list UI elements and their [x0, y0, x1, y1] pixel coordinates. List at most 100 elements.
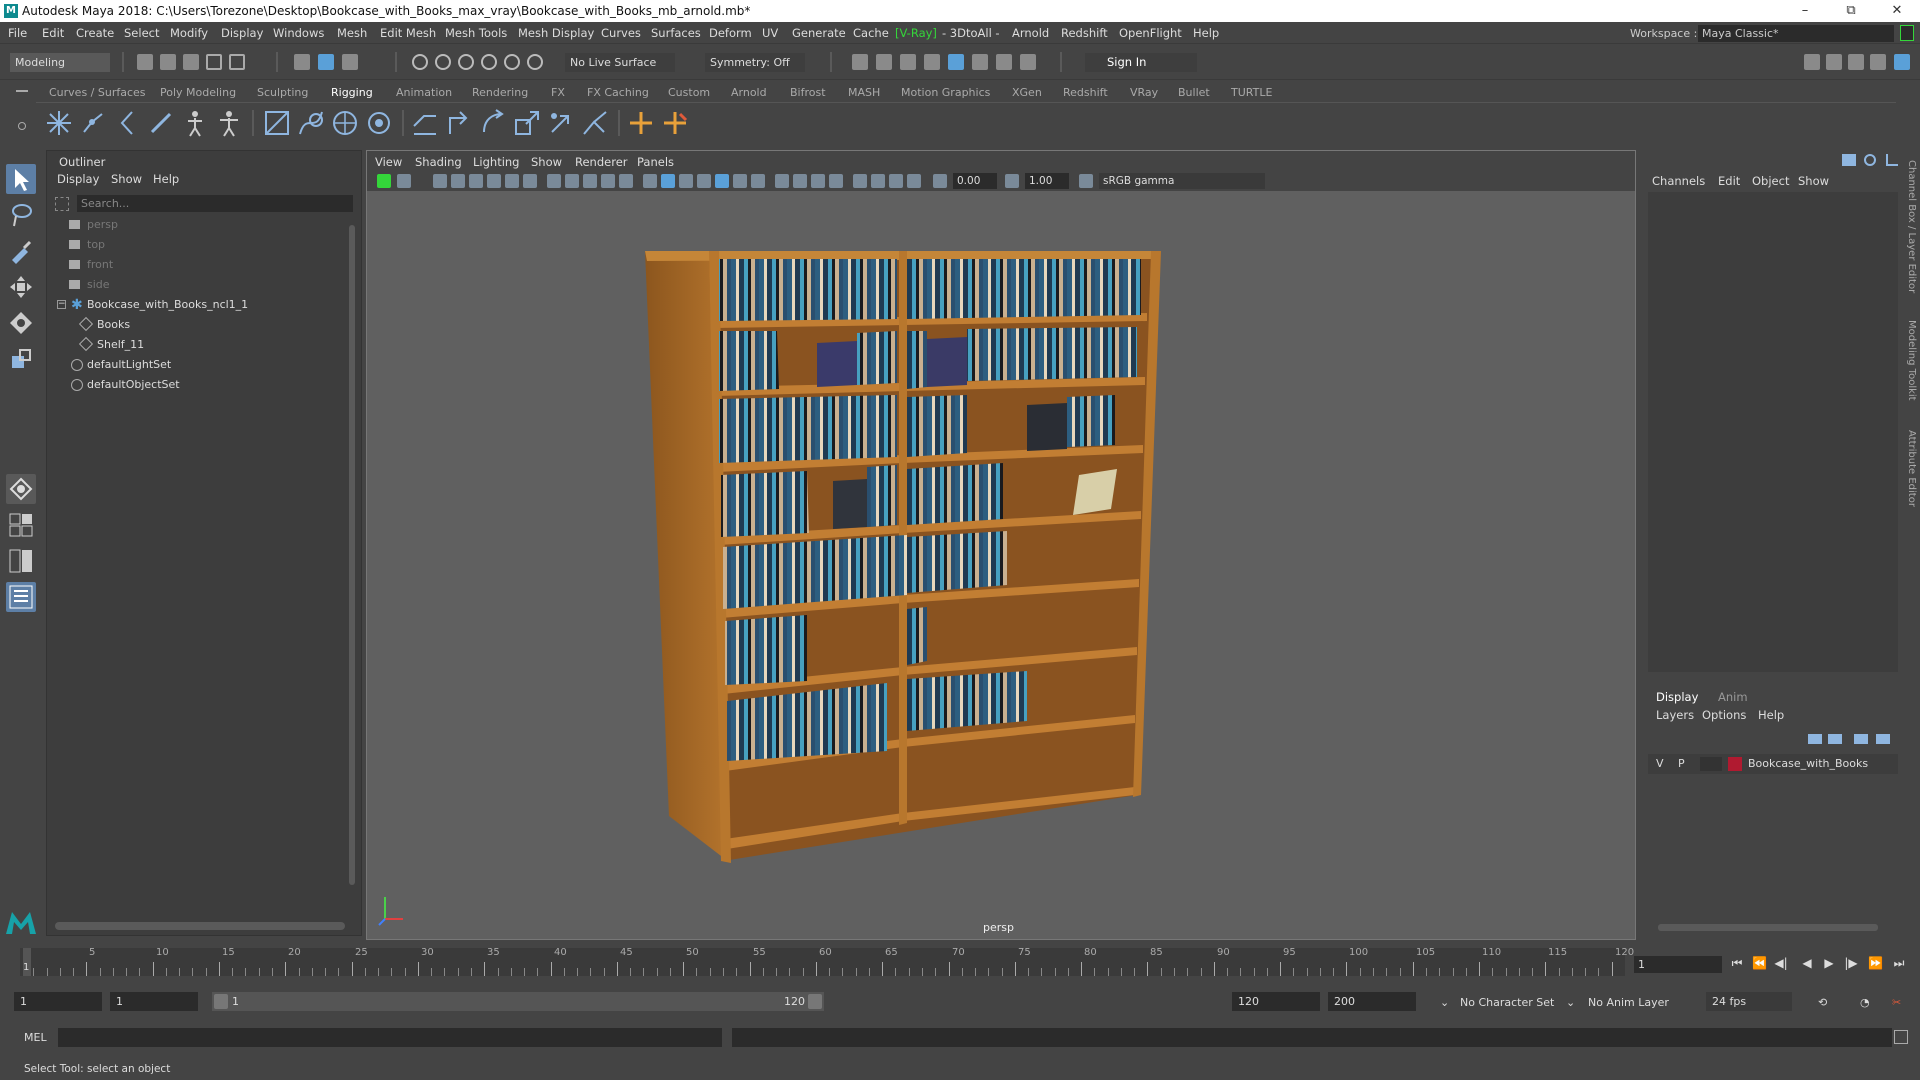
viewport-panel[interactable]: View Shading Lighting Show Renderer Pane… — [366, 150, 1636, 940]
point-constraint-icon[interactable] — [410, 108, 440, 138]
scene-end-field[interactable]: 200 — [1328, 992, 1416, 1011]
script-editor-icon[interactable] — [1894, 1030, 1908, 1044]
snap-to-live-icon[interactable] — [504, 54, 520, 70]
grid-icon[interactable] — [505, 174, 519, 188]
mirror-joint-icon[interactable] — [112, 108, 142, 138]
shelf-tab-rendering[interactable]: Rendering — [472, 86, 528, 99]
insert-joint-icon[interactable] — [78, 108, 108, 138]
gamma-field[interactable]: 1.00 — [1025, 173, 1069, 189]
isolate-select-icon[interactable] — [853, 174, 867, 188]
render-setup-icon[interactable] — [972, 54, 988, 70]
shelf-tab-vray[interactable]: VRay — [1130, 86, 1158, 99]
step-forward-frame-icon[interactable]: |▶︎ — [1844, 956, 1858, 970]
shelf-tab-redshift[interactable]: Redshift — [1063, 86, 1108, 99]
menu-display[interactable]: Display — [221, 26, 263, 40]
layer-row[interactable]: V P Bookcase_with_Books — [1648, 754, 1898, 774]
wireframe-icon[interactable] — [643, 174, 657, 188]
outliner-item-books[interactable]: Books — [47, 315, 345, 335]
menu-create[interactable]: Create — [76, 26, 114, 40]
menu-windows[interactable]: Windows — [273, 26, 324, 40]
bookmarks-icon[interactable] — [433, 174, 447, 188]
layer-visibility-toggle[interactable]: V — [1656, 757, 1664, 770]
menu-mesh-display[interactable]: Mesh Display — [518, 26, 594, 40]
film-gate-icon[interactable] — [523, 174, 537, 188]
undo-icon[interactable] — [206, 54, 222, 70]
outliner-item-front[interactable]: front — [47, 255, 345, 275]
parent-constraint-icon[interactable] — [546, 108, 576, 138]
playback-range-bar[interactable]: 1 120 — [212, 992, 824, 1011]
attribute-editor-icon[interactable] — [1848, 54, 1864, 70]
outliner-search-input[interactable]: Search... — [77, 195, 353, 212]
layout-single-pane-icon[interactable] — [6, 510, 36, 540]
time-slider[interactable]: 1 5 10 15 20 25 30 35 40 45 50 55 60 65 70 75 80 85 90 95 1… — [0, 940, 1920, 980]
smooth-shade-icon[interactable] — [661, 174, 675, 188]
menu-curves[interactable]: Curves — [601, 26, 641, 40]
xray-icon[interactable] — [871, 174, 885, 188]
current-frame-marker[interactable]: 1 — [23, 948, 31, 976]
menu-uv[interactable]: UV — [762, 26, 778, 40]
outliner-item-bookcase-group[interactable]: − ✱ Bookcase_with_Books_ncl1_1 — [47, 295, 345, 315]
step-back-key-icon[interactable]: ⏪ — [1752, 956, 1767, 970]
new-layer-icon[interactable] — [1854, 734, 1868, 744]
default-material-icon[interactable] — [679, 174, 693, 188]
time-slider-track[interactable]: 1 5 10 15 20 25 30 35 40 45 50 55 60 65 70 75 80 85 90 95 1… — [20, 947, 1634, 976]
shelf-tab-bifrost[interactable]: Bifrost — [790, 86, 826, 99]
tab-modeling-toolkit[interactable]: Modeling Toolkit — [1906, 320, 1917, 401]
layer-color-swatch[interactable] — [1728, 757, 1742, 771]
minimize-button[interactable]: – — [1782, 0, 1828, 22]
select-by-object-icon[interactable] — [318, 54, 334, 70]
outliner-item-top[interactable]: top — [47, 235, 345, 255]
ipr-render-icon[interactable] — [900, 54, 916, 70]
outliner-item-default-object-set[interactable]: defaultObjectSet — [47, 375, 345, 395]
cluster-icon[interactable] — [660, 108, 690, 138]
hypershade-icon[interactable] — [948, 54, 964, 70]
channel-box-expand-icon[interactable] — [1886, 154, 1898, 166]
tab-attribute-editor[interactable]: Attribute Editor — [1906, 430, 1917, 507]
go-to-end-icon[interactable]: ⏭ — [1892, 956, 1906, 970]
current-frame-field[interactable]: 1 — [1634, 956, 1722, 973]
menu-help[interactable]: Help — [1193, 26, 1219, 40]
render-settings-icon[interactable] — [852, 54, 868, 70]
outliner-menu-show[interactable]: Show — [111, 172, 142, 186]
menu-3dtoall[interactable]: - 3DtoAll - — [942, 26, 1000, 40]
anim-layer-dropdown-arrow[interactable]: ⌄ — [1566, 996, 1575, 1009]
soft-select-icon[interactable] — [6, 474, 36, 504]
select-by-component-icon[interactable] — [342, 54, 358, 70]
menu-edit-mesh[interactable]: Edit Mesh — [380, 26, 436, 40]
range-start-handle[interactable] — [214, 994, 228, 1009]
layer-menu-layers[interactable]: Layers — [1656, 708, 1694, 722]
mel-language-toggle[interactable]: MEL — [24, 1031, 47, 1044]
menu-mesh[interactable]: Mesh — [337, 26, 367, 40]
outliner-item-shelf[interactable]: Shelf_11 — [47, 335, 345, 355]
auto-key-icon[interactable]: ◔ — [1860, 996, 1870, 1009]
anti-aliasing-icon[interactable] — [811, 174, 825, 188]
exposure-icon[interactable] — [933, 174, 947, 188]
collapse-toggle-icon[interactable]: − — [57, 300, 66, 309]
camera-select-icon[interactable] — [377, 174, 391, 188]
outliner-item-persp[interactable]: persp — [47, 215, 345, 235]
loop-icon[interactable]: ⟲ — [1818, 996, 1827, 1009]
outliner-menu-display[interactable]: Display — [57, 172, 99, 186]
locator-icon[interactable] — [626, 108, 656, 138]
viewport-menu-lighting[interactable]: Lighting — [473, 155, 519, 169]
view-transform-dropdown[interactable]: sRGB gamma — [1099, 173, 1265, 189]
layer-tab-anim[interactable]: Anim — [1718, 690, 1748, 704]
menu-file[interactable]: File — [8, 26, 27, 40]
outliner-item-default-light-set[interactable]: defaultLightSet — [47, 355, 345, 375]
menu-vray[interactable]: [V-Ray] — [895, 26, 937, 40]
outliner-filter-icon[interactable] — [55, 197, 69, 211]
bind-skin-icon[interactable] — [330, 108, 360, 138]
create-joints-icon[interactable] — [44, 108, 74, 138]
ik-spline-handle-icon[interactable] — [296, 108, 326, 138]
go-to-start-icon[interactable]: ⏮ — [1730, 956, 1744, 970]
shelf-tab-xgen[interactable]: XGen — [1012, 86, 1042, 99]
outliner-horizontal-scrollbar[interactable] — [55, 922, 345, 930]
xray-joints-icon[interactable] — [907, 174, 921, 188]
shadows-icon[interactable] — [751, 174, 765, 188]
sign-in-button[interactable]: Sign In — [1085, 53, 1197, 72]
shelf-tab-bullet[interactable]: Bullet — [1178, 86, 1210, 99]
shelf-tab-arnold[interactable]: Arnold — [731, 86, 767, 99]
resolution-gate-icon[interactable] — [547, 174, 561, 188]
paint-skin-weights-icon[interactable] — [364, 108, 394, 138]
playback-start-field[interactable]: 1 — [110, 992, 198, 1011]
